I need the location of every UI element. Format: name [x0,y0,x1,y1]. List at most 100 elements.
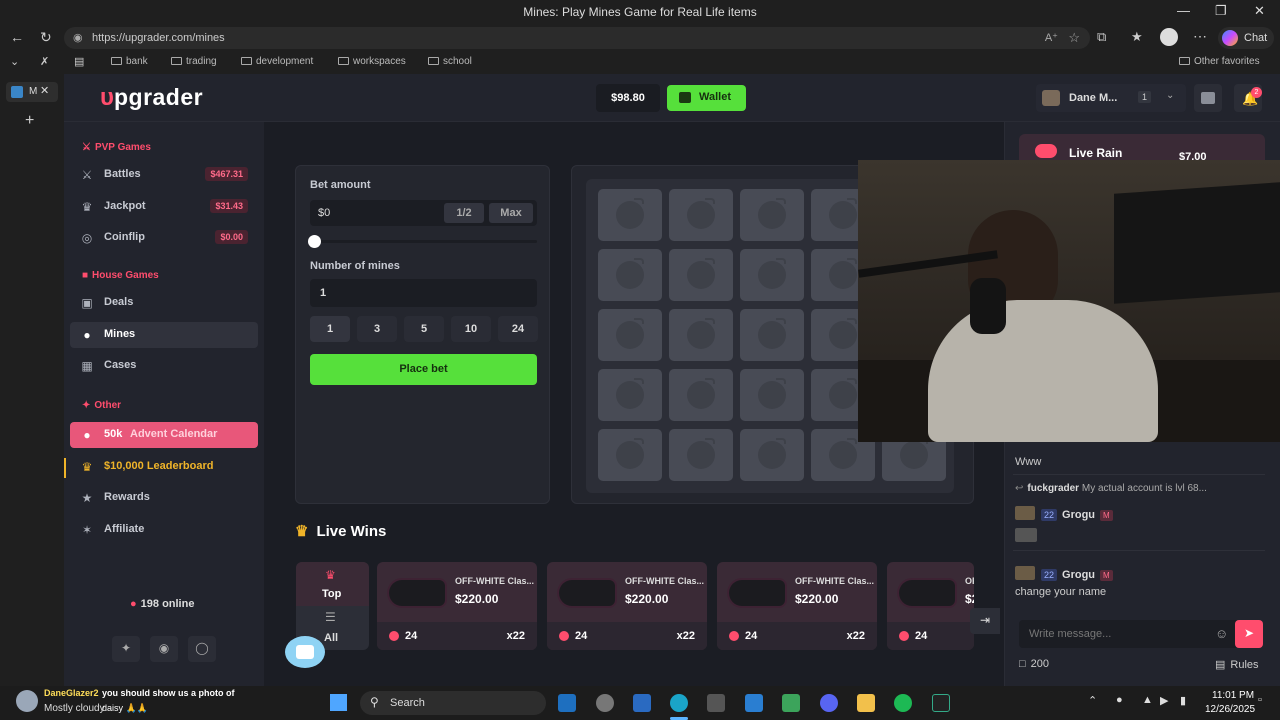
max-button[interactable]: Max [489,203,533,223]
favorite-school[interactable]: school [428,56,472,67]
live-win-card[interactable]: OFF-WHITE Clas... $220.00 24 x22 [547,562,707,650]
weather-icon[interactable] [16,690,38,712]
mines-option-1[interactable]: 1 [310,316,350,342]
advent-calendar-button[interactable]: ● 50k Advent Calendar [70,422,258,448]
send-icon[interactable]: ➤ [1235,620,1263,648]
mine-tile[interactable] [669,429,733,481]
clock-date[interactable]: 12/26/2025 [1205,704,1255,715]
sidebar-item-leaderboard[interactable]: ♛ $10,000 Leaderboard [70,454,258,480]
minimize-icon[interactable]: — [1177,3,1190,18]
sidebar-item-cases[interactable]: ▦ Cases [70,353,258,379]
wallet-button[interactable]: Wallet [667,85,746,111]
user-menu[interactable]: Dane M... 1 ⌄ [1036,84,1186,112]
taskbar-search[interactable]: ⚲ Search [360,691,546,715]
emoji-icon[interactable]: ☺ [1215,626,1228,641]
instagram-icon[interactable]: ◯ [188,636,216,662]
site-logo[interactable]: ᴜpgrader [100,84,203,112]
file-explorer-icon[interactable] [857,694,875,712]
mines-option-24[interactable]: 24 [498,316,538,342]
spotify-icon[interactable] [894,694,912,712]
mine-tile[interactable] [598,189,662,241]
bet-slider[interactable] [308,235,537,248]
battery-icon[interactable]: ▮ [1180,694,1186,707]
live-win-card[interactable]: OFF-WHITE Clas... $220.00 24 x22 [377,562,537,650]
filter-top[interactable]: ♛ Top [296,562,369,606]
place-bet-button[interactable]: Place bet [310,354,537,385]
settings-gear-icon[interactable] [596,694,614,712]
terminal-icon[interactable] [932,694,950,712]
reading-icon[interactable]: ▤ [74,55,84,68]
mines-option-10[interactable]: 10 [451,316,491,342]
clock-time[interactable]: 11:01 PM [1212,690,1254,701]
url-input[interactable]: ◉ https://upgrader.com/mines A⁺ ☆ [64,27,1090,49]
back-icon[interactable]: ← [10,29,24,45]
extensions-icon[interactable]: ⧉ [1097,29,1106,45]
half-button[interactable]: 1/2 [444,203,484,223]
mine-tile[interactable] [740,429,804,481]
windows-start-icon[interactable] [330,694,347,711]
mine-tile[interactable] [740,309,804,361]
notification-center-icon[interactable]: ▫ [1258,694,1262,706]
profile-icon[interactable] [1160,28,1178,46]
outlook-icon[interactable] [633,694,651,712]
notifications-button[interactable]: 🔔 2 [1234,84,1262,112]
slider-handle[interactable] [308,235,321,248]
other-favorites[interactable]: Other favorites [1179,56,1260,67]
favorite-bank[interactable]: bank [111,56,148,67]
star-icon[interactable]: ☆ [1068,30,1080,46]
mine-tile[interactable] [669,189,733,241]
mines-option-3[interactable]: 3 [357,316,397,342]
favorites-icon[interactable]: ★ [1131,29,1143,45]
support-chat-button[interactable] [285,636,325,668]
sidebar-item-jackpot[interactable]: ♛ Jackpot $31.43 [70,194,258,220]
close-icon[interactable]: ✕ [1254,3,1265,19]
mine-tile[interactable] [669,309,733,361]
maximize-icon[interactable]: ❐ [1215,3,1227,19]
mine-tile[interactable] [669,369,733,421]
favorite-workspaces[interactable]: workspaces [338,56,406,67]
chat-input[interactable]: Write message... ☺ [1019,620,1239,648]
copilot-chat-button[interactable]: Chat [1218,27,1274,49]
tab-actions-icon[interactable]: ✗ [40,55,49,68]
refresh-icon[interactable]: ↻ [40,29,52,46]
discord-app-icon[interactable] [820,694,838,712]
more-icon[interactable]: ⋯ [1193,28,1207,45]
mine-tile[interactable] [740,369,804,421]
bet-amount-input[interactable]: $0 1/2 Max [310,200,537,226]
wifi-icon[interactable]: ▲ [1142,694,1153,706]
live-win-card[interactable]: OFF $22 24 [887,562,974,650]
mic-tray-icon[interactable]: ● [1116,694,1123,706]
favorite-development[interactable]: development [241,56,313,67]
collapse-chat-icon[interactable]: ⇥ [970,608,1000,634]
favorite-trading[interactable]: trading [171,56,217,67]
sidebar-item-coinflip[interactable]: ◎ Coinflip $0.00 [70,225,258,251]
snipping-tool-icon[interactable] [707,694,725,712]
tab-collapse-icon[interactable]: ⌄ [10,55,19,68]
rules-link[interactable]: ▤ Rules [1215,658,1259,671]
mine-tile[interactable] [740,189,804,241]
new-tab-icon[interactable]: + [25,112,34,130]
sidebar-item-mines[interactable]: ● Mines [70,322,258,348]
tray-chevron-icon[interactable]: ⌃ [1088,694,1097,707]
mine-tile[interactable] [669,249,733,301]
tab-close-icon[interactable]: ✕ [40,84,49,97]
sidebar-item-deals[interactable]: ▣ Deals [70,290,258,316]
mines-option-5[interactable]: 5 [404,316,444,342]
sidebar-item-battles[interactable]: ⚔ Battles $467.31 [70,162,258,188]
edge-browser-icon[interactable] [670,694,688,712]
read-aloud-icon[interactable]: A⁺ [1045,31,1058,44]
live-win-card[interactable]: OFF-WHITE Clas... $220.00 24 x22 [717,562,877,650]
mine-tile[interactable] [740,249,804,301]
task-view-icon[interactable] [558,694,576,712]
mine-tile[interactable] [598,429,662,481]
vscode-icon[interactable] [745,694,763,712]
app-icon[interactable] [782,694,800,712]
mine-tile[interactable] [598,309,662,361]
discord-icon[interactable]: ◉ [150,636,178,662]
tab-mines[interactable]: M ✕ [6,82,58,102]
volume-icon[interactable]: ▶ [1160,694,1168,707]
mines-input[interactable]: 1 [310,279,537,307]
mine-tile[interactable] [598,249,662,301]
mine-tile[interactable] [598,369,662,421]
gift-button[interactable] [1194,84,1222,112]
